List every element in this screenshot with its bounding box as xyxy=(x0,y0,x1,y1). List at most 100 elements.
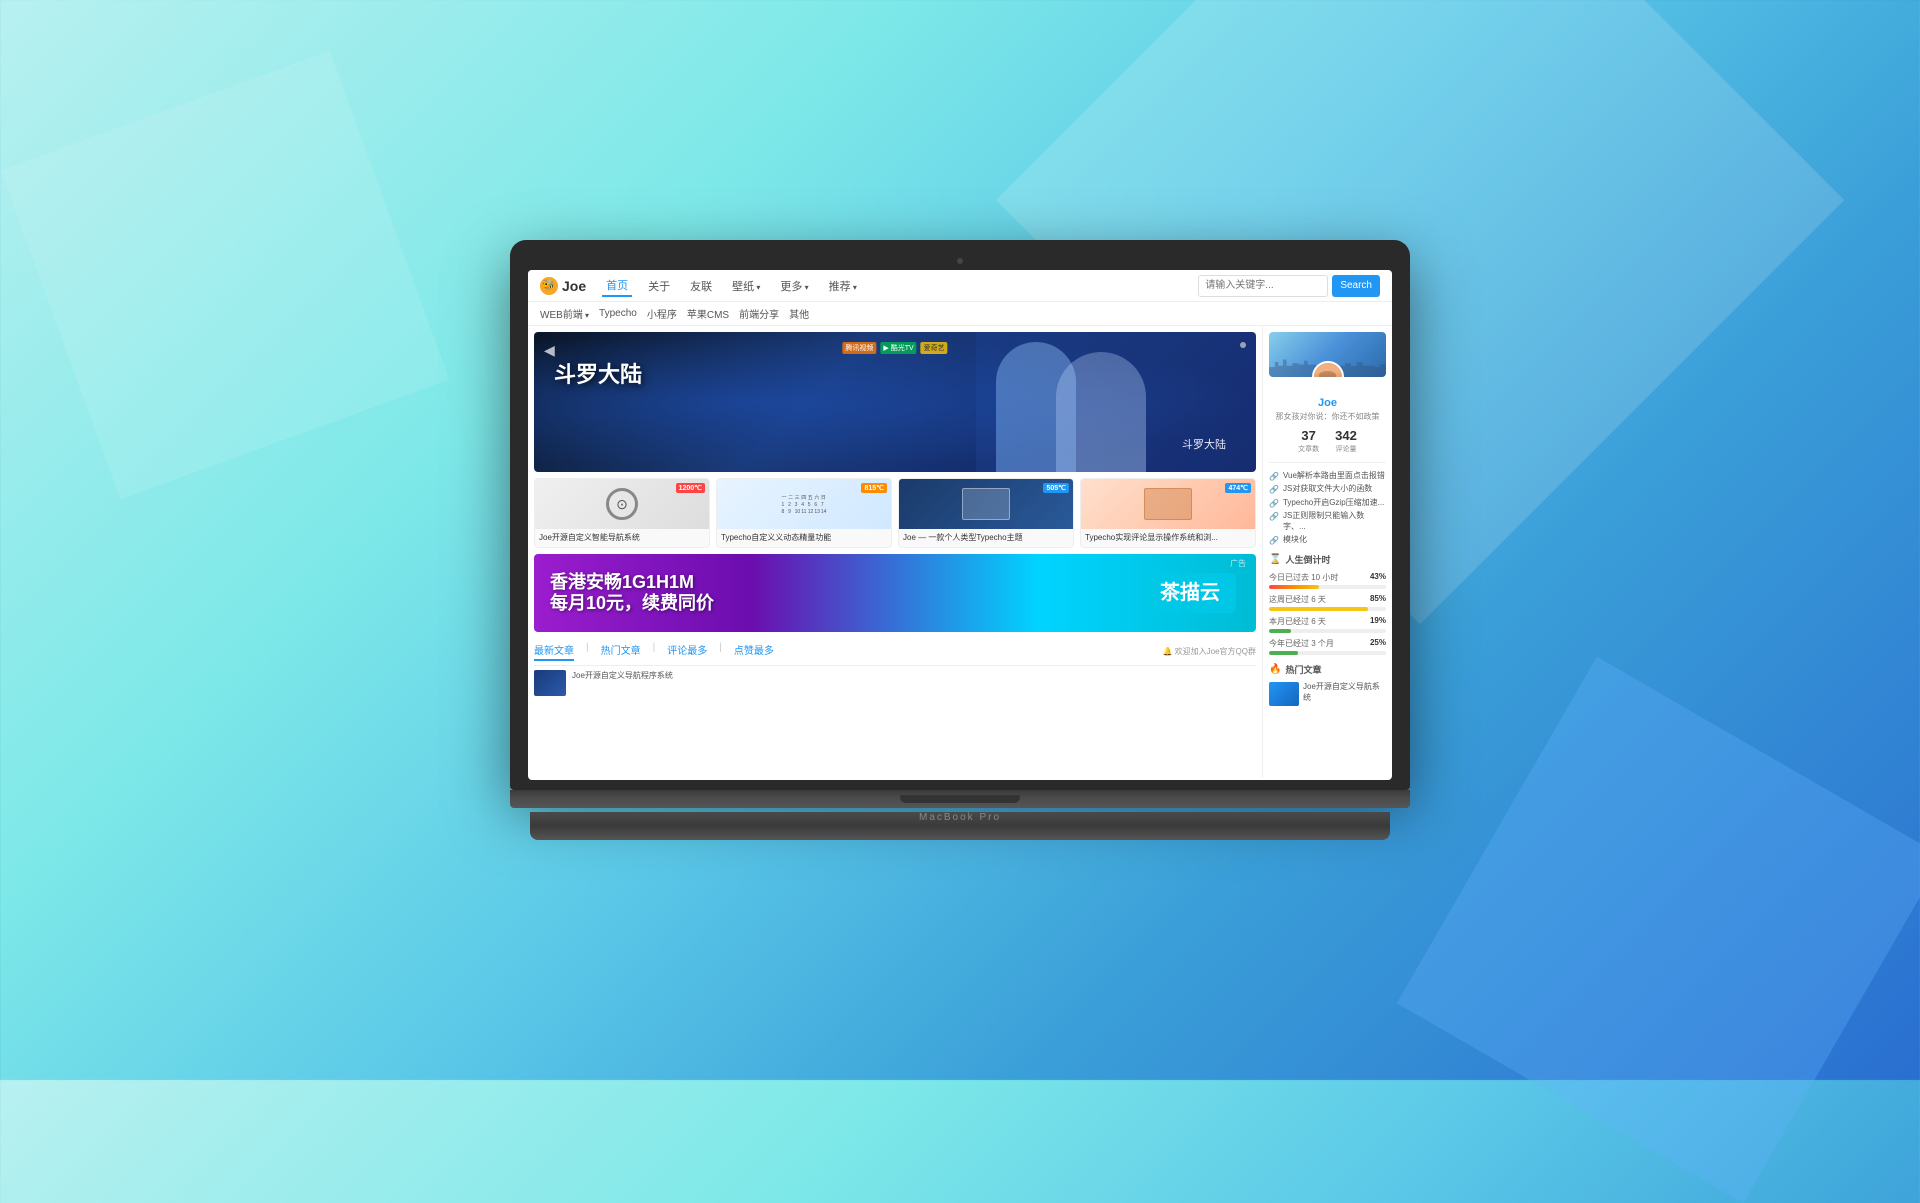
fire-icon: 🔥 xyxy=(1269,664,1281,675)
link-icon-3: 🔗 xyxy=(1269,499,1279,508)
hot-articles-section: 🔥 热门文章 Joe开源自定义导航系统 xyxy=(1269,663,1386,706)
hot-article-1-thumb xyxy=(1269,682,1299,706)
laptop-screen-bezel: 🐝 Joe 首页 关于 友联 壁纸 更多 推荐 Search xyxy=(510,240,1410,790)
life-item-1-header: 今日已过去 10 小时 43% xyxy=(1269,572,1386,583)
tab-latest[interactable]: 最新文章 xyxy=(534,642,574,661)
hot-article-1[interactable]: Joe开源自定义导航系统 xyxy=(1269,682,1386,706)
stat-articles-count: 37 xyxy=(1298,428,1319,443)
sub-nav-share[interactable]: 前端分享 xyxy=(739,306,779,321)
card-grid: ⊙ 1200℃ Joe开源自定义智能导航系统 一二三四五六日 xyxy=(534,478,1256,548)
life-item-3-header: 本月已经过 6 天 19% xyxy=(1269,616,1386,627)
hero-banner: ◀ 腾讯视频 ▶ 酷光TV 爱奇艺 xyxy=(534,332,1256,472)
nav-about[interactable]: 关于 xyxy=(644,276,674,296)
life-item-2-label: 这周已经过 6 天 xyxy=(1269,594,1326,605)
logo-name: Joe xyxy=(562,278,586,294)
site-logo: 🐝 Joe xyxy=(540,277,586,295)
profile-card: Joe 那女孩对你说：你还不如政策 37 文章数 342 评论量 xyxy=(1269,332,1386,463)
card-4-badge: 474℃ xyxy=(1225,483,1251,493)
card-1[interactable]: ⊙ 1200℃ Joe开源自定义智能导航系统 xyxy=(534,478,710,548)
stat-comments-count: 342 xyxy=(1335,428,1357,443)
card-2-badge: 815℃ xyxy=(861,483,887,493)
card-3-title: Joe — 一款个人类型Typecho主题 xyxy=(899,529,1073,547)
nav-more[interactable]: 更多 xyxy=(776,276,812,296)
nav-links[interactable]: 友联 xyxy=(686,276,716,296)
link-icon-4: 🔗 xyxy=(1269,512,1279,521)
link-icon-5: 🔗 xyxy=(1269,536,1279,545)
sub-nav-applecms[interactable]: 苹果CMS xyxy=(687,306,729,321)
nav-recommend[interactable]: 推荐 xyxy=(825,276,861,296)
hot-article-1-title: Joe开源自定义导航系统 xyxy=(1303,682,1386,706)
sub-nav-typecho[interactable]: Typecho xyxy=(599,308,637,319)
hero-logos: 腾讯视频 ▶ 酷光TV 爱奇艺 xyxy=(842,342,947,354)
ad-brand: 茶描云 xyxy=(1144,573,1236,613)
stat-articles-label: 文章数 xyxy=(1298,446,1319,453)
camera-dot xyxy=(957,258,963,264)
life-bar-3-fill xyxy=(1269,629,1291,633)
life-item-1: 今日已过去 10 小时 43% xyxy=(1269,572,1386,589)
website: 🐝 Joe 首页 关于 友联 壁纸 更多 推荐 Search xyxy=(528,270,1392,780)
tab-divider-3: | xyxy=(719,642,722,661)
badge-tencent: 腾讯视频 xyxy=(842,342,876,354)
life-bar-4 xyxy=(1269,651,1386,655)
search-area: Search xyxy=(1198,275,1380,297)
life-item-3-value: 19% xyxy=(1370,616,1386,627)
laptop: 🐝 Joe 首页 关于 友联 壁纸 更多 推荐 Search xyxy=(510,240,1410,840)
bottom-tabs: 最新文章 | 热门文章 | 评论最多 | 点赞最多 🔔 欢迎加入Joe官方QQ群 xyxy=(534,638,1256,666)
avatar-face xyxy=(1314,363,1342,377)
mini-calendar: 一二三四五六日 1234567 891011121314 xyxy=(782,494,827,515)
life-item-2-value: 85% xyxy=(1370,594,1386,605)
link-item-2[interactable]: 🔗 JS对获取文件大小的函数 xyxy=(1269,484,1386,494)
avatar xyxy=(1312,361,1344,377)
tab-divider-2: | xyxy=(653,642,656,661)
nav-home[interactable]: 首页 xyxy=(602,275,632,297)
card-4[interactable]: 474℃ Typecho实现评论显示操作系统和浏... xyxy=(1080,478,1256,548)
life-item-2: 这周已经过 6 天 85% xyxy=(1269,594,1386,611)
tab-comments[interactable]: 评论最多 xyxy=(667,642,707,661)
link-text-1: Vue解析本路由里面点击报错 xyxy=(1283,471,1385,481)
footer-notice: 🔔 欢迎加入Joe官方QQ群 xyxy=(1162,642,1256,661)
card-4-title: Typecho实现评论显示操作系统和浏... xyxy=(1081,529,1255,547)
life-bar-3 xyxy=(1269,629,1386,633)
nav-wallpaper[interactable]: 壁纸 xyxy=(728,276,764,296)
link-text-2: JS对获取文件大小的函数 xyxy=(1283,484,1372,494)
link-text-5: 模块化 xyxy=(1283,535,1307,545)
hot-articles-title: 🔥 热门文章 xyxy=(1269,663,1386,676)
article-title-text: Joe开源自定义导航程序系统 xyxy=(572,670,673,696)
life-item-4-value: 25% xyxy=(1370,638,1386,649)
search-input[interactable] xyxy=(1198,275,1328,297)
link-text-4: JS正则限制只能输入数字、... xyxy=(1283,511,1386,532)
link-item-4[interactable]: 🔗 JS正则限制只能输入数字、... xyxy=(1269,511,1386,532)
link-item-1[interactable]: 🔗 Vue解析本路由里面点击报错 xyxy=(1269,471,1386,481)
life-bar-4-fill xyxy=(1269,651,1298,655)
hourglass-icon: ⌛ xyxy=(1269,554,1281,565)
compass-icon: ⊙ xyxy=(606,488,638,520)
link-item-3[interactable]: 🔗 Typecho开启Gzip压缩加速... xyxy=(1269,498,1386,508)
hero-title: 斗罗大陆 xyxy=(554,362,642,388)
tab-likes[interactable]: 点赞最多 xyxy=(734,642,774,661)
badge-iqiyi: ▶ 酷光TV xyxy=(880,342,916,354)
article-list-row: Joe开源自定义导航程序系统 xyxy=(534,666,1256,696)
desk-icon xyxy=(1144,488,1192,520)
sub-nav-frontend[interactable]: WEB前端 xyxy=(540,306,589,321)
sub-nav-miniapp[interactable]: 小程序 xyxy=(647,306,677,321)
life-item-3-label: 本月已经过 6 天 xyxy=(1269,616,1326,627)
card-1-badge: 1200℃ xyxy=(676,483,705,493)
life-item-4-label: 今年已经过 3 个月 xyxy=(1269,638,1334,649)
ad-label: 广告 xyxy=(1230,558,1246,569)
life-item-1-label: 今日已过去 10 小时 xyxy=(1269,572,1338,583)
monitor-icon xyxy=(962,488,1010,520)
bee-icon: 🐝 xyxy=(540,277,558,295)
tab-hot[interactable]: 热门文章 xyxy=(601,642,641,661)
sub-nav-other[interactable]: 其他 xyxy=(789,306,809,321)
life-item-4: 今年已经过 3 个月 25% xyxy=(1269,638,1386,655)
article-thumb xyxy=(534,670,566,696)
card-2[interactable]: 一二三四五六日 1234567 891011121314 815℃ Typech… xyxy=(716,478,892,548)
hero-play-btn[interactable]: ◀ xyxy=(544,342,555,359)
link-item-5[interactable]: 🔗 模块化 xyxy=(1269,535,1386,545)
search-button[interactable]: Search xyxy=(1332,275,1380,297)
site-nav: 首页 关于 友联 壁纸 更多 推荐 xyxy=(602,275,1198,297)
life-item-2-header: 这周已经过 6 天 85% xyxy=(1269,594,1386,605)
ad-banner[interactable]: 香港安畅1G1H1M 每月10元，续费同价 茶描云 广告 xyxy=(534,554,1256,632)
card-3[interactable]: 505℃ Joe — 一款个人类型Typecho主题 xyxy=(898,478,1074,548)
life-bar-1-fill xyxy=(1269,585,1319,589)
